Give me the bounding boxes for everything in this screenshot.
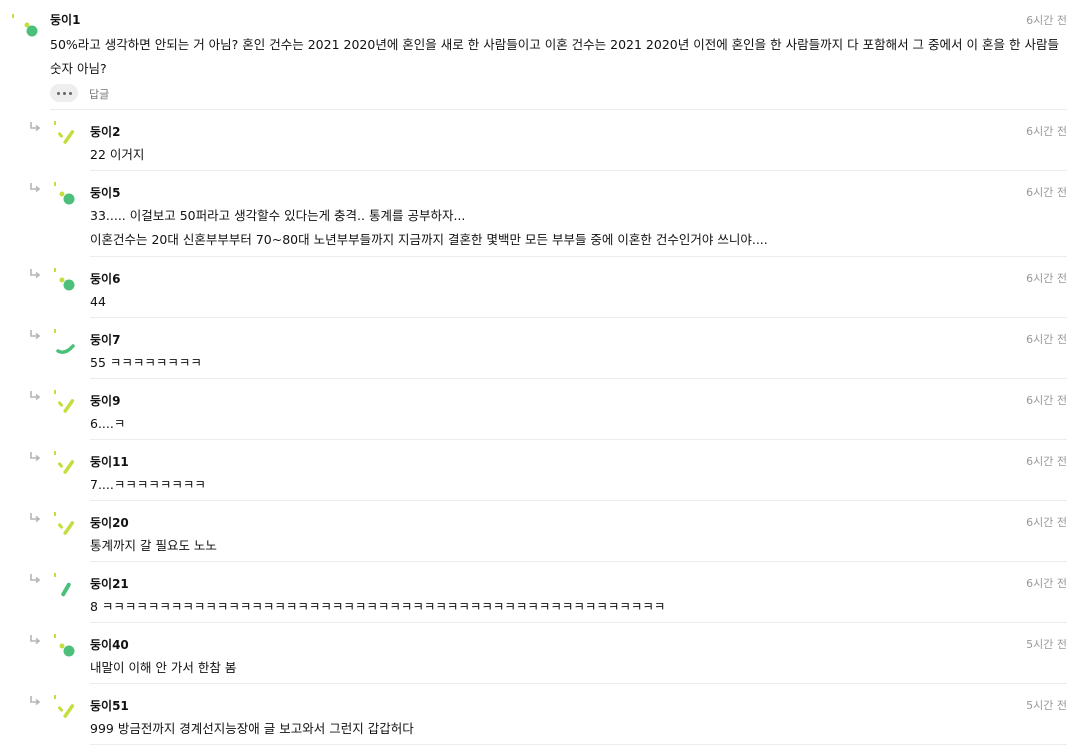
timestamp: 6시간 전 [1026,516,1067,529]
author-nickname[interactable]: 둥이21 [90,575,129,592]
timestamp: 6시간 전 [1026,125,1067,138]
author-nickname[interactable]: 둥이51 [90,697,129,714]
timestamp: 5시간 전 [1026,638,1067,651]
reply-text: 8 ㅋㅋㅋㅋㅋㅋㅋㅋㅋㅋㅋㅋㅋㅋㅋㅋㅋㅋㅋㅋㅋㅋㅋㅋㅋㅋㅋㅋㅋㅋㅋㅋㅋㅋㅋㅋㅋㅋ… [90,595,665,619]
reply-text-line: 44 [90,294,106,309]
reply-item: 둥이11 6시간 전 7....ㅋㅋㅋㅋㅋㅋㅋㅋ [0,440,1092,501]
reply-item: 둥이7 6시간 전 55 ㅋㅋㅋㅋㅋㅋㅋㅋ [0,318,1092,379]
timestamp: 6시간 전 [1026,272,1067,285]
reply-item: 둥이20 6시간 전 통계까지 갈 필요도 노노 [0,501,1092,562]
author-nickname[interactable]: 둥이20 [90,514,129,531]
avatar[interactable] [51,449,85,483]
reply-text: 44 [90,290,106,314]
author-nickname[interactable]: 둥이40 [90,636,129,653]
reply-text-line: 6....ㅋ [90,416,126,431]
reply-text-line: 7....ㅋㅋㅋㅋㅋㅋㅋㅋ [90,477,206,492]
reply-text-line: 8 ㅋㅋㅋㅋㅋㅋㅋㅋㅋㅋㅋㅋㅋㅋㅋㅋㅋㅋㅋㅋㅋㅋㅋㅋㅋㅋㅋㅋㅋㅋㅋㅋㅋㅋㅋㅋㅋㅋ… [90,599,666,614]
avatar[interactable] [51,571,85,605]
avatar[interactable] [51,510,85,544]
reply-arrow-icon [30,574,41,584]
reply-arrow-icon [30,183,41,193]
avatar[interactable] [51,266,85,300]
author-nickname[interactable]: 둥이2 [90,123,120,140]
reply-text: 7....ㅋㅋㅋㅋㅋㅋㅋㅋ [90,473,206,497]
timestamp: 5시간 전 [1026,699,1067,712]
more-options-button[interactable] [50,84,78,102]
avatar[interactable] [9,11,43,45]
reply-arrow-icon [30,391,41,401]
author-nickname[interactable]: 둥이11 [90,453,129,470]
timestamp: 6시간 전 [1026,333,1067,346]
reply-item: 둥이21 6시간 전 8 ㅋㅋㅋㅋㅋㅋㅋㅋㅋㅋㅋㅋㅋㅋㅋㅋㅋㅋㅋㅋㅋㅋㅋㅋㅋㅋㅋ… [0,562,1092,623]
reply-text: 내말이 이해 안 가서 한참 봄 [90,656,236,680]
timestamp: 6시간 전 [1026,186,1067,199]
comment-text: 50%라고 생각하면 안되는 거 아님? 혼인 건수는 2021 2020년에 … [50,33,1070,81]
ellipsis-icon [55,91,73,95]
reply-text: 55 ㅋㅋㅋㅋㅋㅋㅋㅋ [90,351,202,375]
reply-text-line: 내말이 이해 안 가서 한참 봄 [90,660,237,675]
reply-arrow-icon [30,122,41,132]
timestamp: 6시간 전 [1026,577,1067,590]
timestamp: 6시간 전 [1026,14,1067,27]
reply-text: 6....ㅋ [90,412,125,436]
reply-arrow-icon [30,269,41,279]
avatar[interactable] [51,327,85,361]
avatar[interactable] [51,632,85,666]
reply-item: 둥이2 6시간 전 22 이거지 [0,110,1092,171]
reply-text-line: 22 이거지 [90,147,145,162]
reply-arrow-icon [30,452,41,462]
reply-item: 둥이5 6시간 전 33..... 이걸보고 50퍼라고 생각할수 있다는게 충… [0,171,1092,257]
reply-text-line: 이혼건수는 20대 신혼부부부터 70~80대 노년부부들까지 지금까지 결혼한… [90,232,768,247]
reply-arrow-icon [30,696,41,706]
reply-item: 둥이6 6시간 전 44 [0,257,1092,318]
avatar[interactable] [51,180,85,214]
avatar[interactable] [51,119,85,153]
author-nickname[interactable]: 둥이1 [50,11,80,28]
reply-text-line: 통계까지 갈 필요도 노노 [90,538,217,553]
timestamp: 6시간 전 [1026,455,1067,468]
reply-list: 둥이2 6시간 전 22 이거지 둥이5 6시간 전 33..... 이걸보고 … [0,110,1092,745]
reply-item: 둥이51 5시간 전 999 방금전까지 경계선지능장애 글 보고와서 그런지 … [0,684,1092,745]
avatar[interactable] [51,693,85,727]
author-nickname[interactable]: 둥이5 [90,184,120,201]
reply-item: 둥이9 6시간 전 6....ㅋ [0,379,1092,440]
author-nickname[interactable]: 둥이6 [90,270,120,287]
reply-arrow-icon [30,513,41,523]
avatar[interactable] [51,388,85,422]
reply-arrow-icon [30,330,41,340]
reply-text: 33..... 이걸보고 50퍼라고 생각할수 있다는게 충격.. 통계를 공부… [90,204,768,252]
reply-button[interactable]: 답글 [89,86,109,102]
reply-item: 둥이40 5시간 전 내말이 이해 안 가서 한참 봄 [0,623,1092,684]
reply-text-line: 55 ㅋㅋㅋㅋㅋㅋㅋㅋ [90,355,202,370]
reply-text-line: 33..... 이걸보고 50퍼라고 생각할수 있다는게 충격.. 통계를 공부… [90,208,466,223]
timestamp: 6시간 전 [1026,394,1067,407]
comment-item: 둥이1 6시간 전 50%라고 생각하면 안되는 거 아님? 혼인 건수는 20… [0,0,1092,110]
reply-text-line: 999 방금전까지 경계선지능장애 글 보고와서 그런지 갑갑허다 [90,721,414,736]
reply-text: 999 방금전까지 경계선지능장애 글 보고와서 그런지 갑갑허다 [90,717,414,741]
reply-text: 통계까지 갈 필요도 노노 [90,534,217,558]
author-nickname[interactable]: 둥이7 [90,331,120,348]
comment-text-line: 50%라고 생각하면 안되는 거 아님? 혼인 건수는 2021 2020년에 … [50,37,979,52]
author-nickname[interactable]: 둥이9 [90,392,120,409]
reply-arrow-icon [30,635,41,645]
comment-thread: 둥이1 6시간 전 50%라고 생각하면 안되는 거 아님? 혼인 건수는 20… [0,0,1092,745]
reply-text: 22 이거지 [90,143,144,167]
